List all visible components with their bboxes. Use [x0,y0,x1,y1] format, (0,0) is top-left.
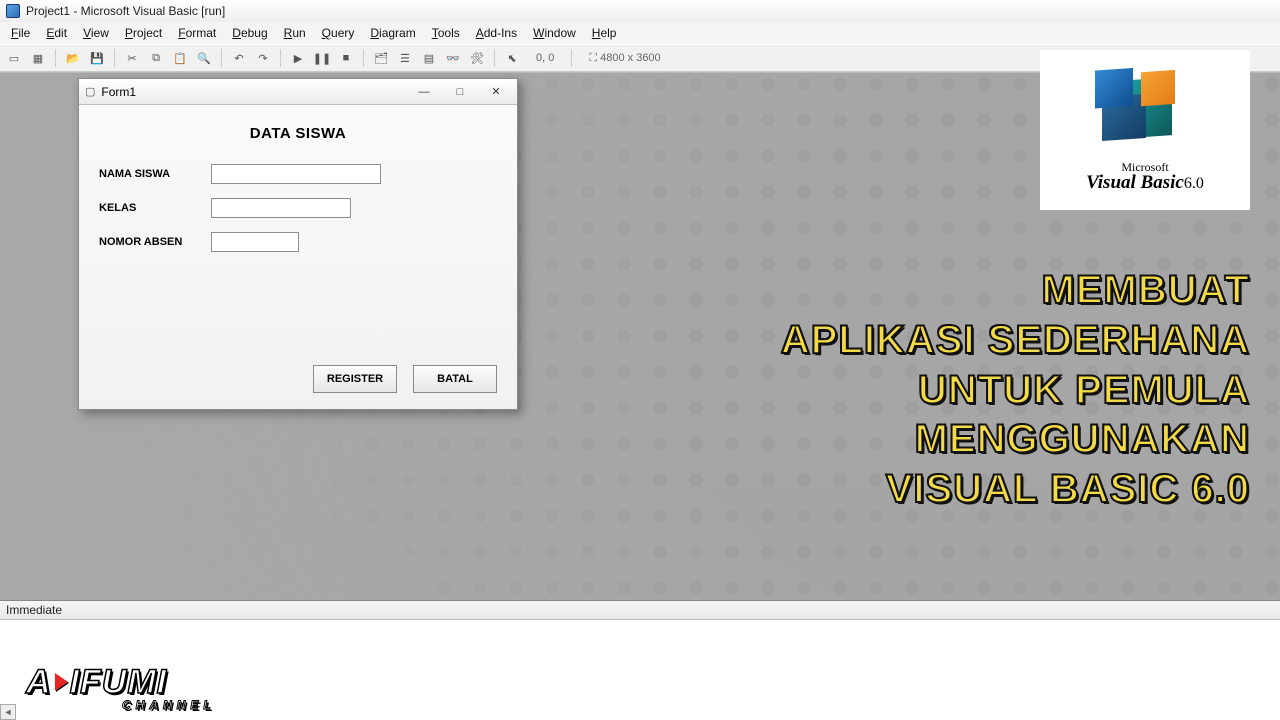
end-icon[interactable]: ■ [336,48,356,68]
minimize-button[interactable]: — [409,83,439,101]
menu-diagram[interactable]: Diagram [363,24,422,42]
find-icon[interactable]: 🔍 [194,48,214,68]
play-triangle-icon [55,673,68,691]
field-input-nomor-absen[interactable] [211,232,299,252]
immediate-label: Immediate [0,601,1280,620]
field-row-0: NAMA SISWA [99,164,497,184]
form-layout-icon[interactable]: ▤ [419,48,439,68]
menu-debug[interactable]: Debug [225,24,274,42]
field-row-1: KELAS [99,198,497,218]
field-label: NOMOR ABSEN [99,236,199,248]
video-title-line: MENGGUNAKAN [610,417,1250,462]
menu-tools[interactable]: Tools [425,24,467,42]
menu-view[interactable]: View [76,24,116,42]
menu-add-ins[interactable]: Add-Ins [469,24,524,42]
video-title-line: VISUAL BASIC 6.0 [610,467,1250,512]
project-explorer-icon[interactable]: 🗂 [371,48,391,68]
vb-app-icon [6,4,20,18]
object-browser-icon[interactable]: 👓 [443,48,463,68]
paste-icon[interactable]: 📋 [170,48,190,68]
scroll-left-icon[interactable]: ◄ [0,704,16,720]
menu-edit[interactable]: Edit [39,24,74,42]
field-label: NAMA SISWA [99,168,199,180]
video-title-overlay: MEMBUAT APLIKASI SEDERHANA UNTUK PEMULAMEN… [610,268,1250,517]
field-input-kelas[interactable] [211,198,351,218]
vb6-logo-text: Microsoft Visual Basic6.0 [1086,161,1204,194]
redo-icon[interactable]: ↷ [253,48,273,68]
form-caption: Form1 [101,85,136,99]
properties-icon[interactable]: ☰ [395,48,415,68]
video-title-line: APLIKASI SEDERHANA [610,318,1250,363]
field-row-2: NOMOR ABSEN [99,232,497,252]
break-icon[interactable]: ❚❚ [312,48,332,68]
start-icon[interactable]: ▶ [288,48,308,68]
menu-project[interactable]: Project [118,24,169,42]
vb6-logo: Microsoft Visual Basic6.0 [1040,50,1250,210]
menu-help[interactable]: Help [585,24,624,42]
menu-query[interactable]: Query [315,24,362,42]
form1-titlebar: ▢ Form1 — □ ✕ [79,79,517,105]
form-icon: ▢ [85,85,95,98]
register-button[interactable]: REGISTER [313,365,397,393]
video-title-line: MEMBUAT [610,268,1250,313]
save-icon[interactable]: 💾 [87,48,107,68]
menubar: FileEditViewProjectFormatDebugRunQueryDi… [0,22,1280,44]
cut-icon[interactable]: ✂ [122,48,142,68]
window-title: Project1 - Microsoft Visual Basic [run] [26,4,225,18]
maximize-button[interactable]: □ [445,83,475,101]
menu-file[interactable]: File [4,24,37,42]
toolbox-icon[interactable]: 🛠 [467,48,487,68]
canvas-size: ⛶ 4800 x 3600 [579,52,670,65]
undo-icon[interactable]: ↶ [229,48,249,68]
field-label: KELAS [99,202,199,214]
form1-window: ▢ Form1 — □ ✕ DATA SISWA NAMA SISWA KELAS… [78,78,518,410]
channel-branding: AIFUMI CHANNEL [26,663,216,712]
vb6-cubes-icon [1085,63,1205,159]
menu-format[interactable]: Format [171,24,223,42]
copy-icon[interactable]: ⧉ [146,48,166,68]
cancel-button[interactable]: BATAL [413,365,497,393]
video-title-line: UNTUK PEMULA [610,368,1250,413]
add-module-icon[interactable]: ▦ [28,48,48,68]
cursor-coords: 0, 0 [526,52,564,64]
form-heading: DATA SISWA [99,125,497,142]
close-button[interactable]: ✕ [481,83,511,101]
titlebar: Project1 - Microsoft Visual Basic [run] [0,0,1280,22]
menu-run[interactable]: Run [277,24,313,42]
form1-body: DATA SISWA NAMA SISWA KELAS NOMOR ABSEN RE… [79,105,517,409]
open-icon[interactable]: 📂 [63,48,83,68]
pointer-icon[interactable]: ⬉ [502,48,522,68]
menu-window[interactable]: Window [526,24,583,42]
add-project-icon[interactable]: ▭ [4,48,24,68]
field-input-nama-siswa[interactable] [211,164,381,184]
